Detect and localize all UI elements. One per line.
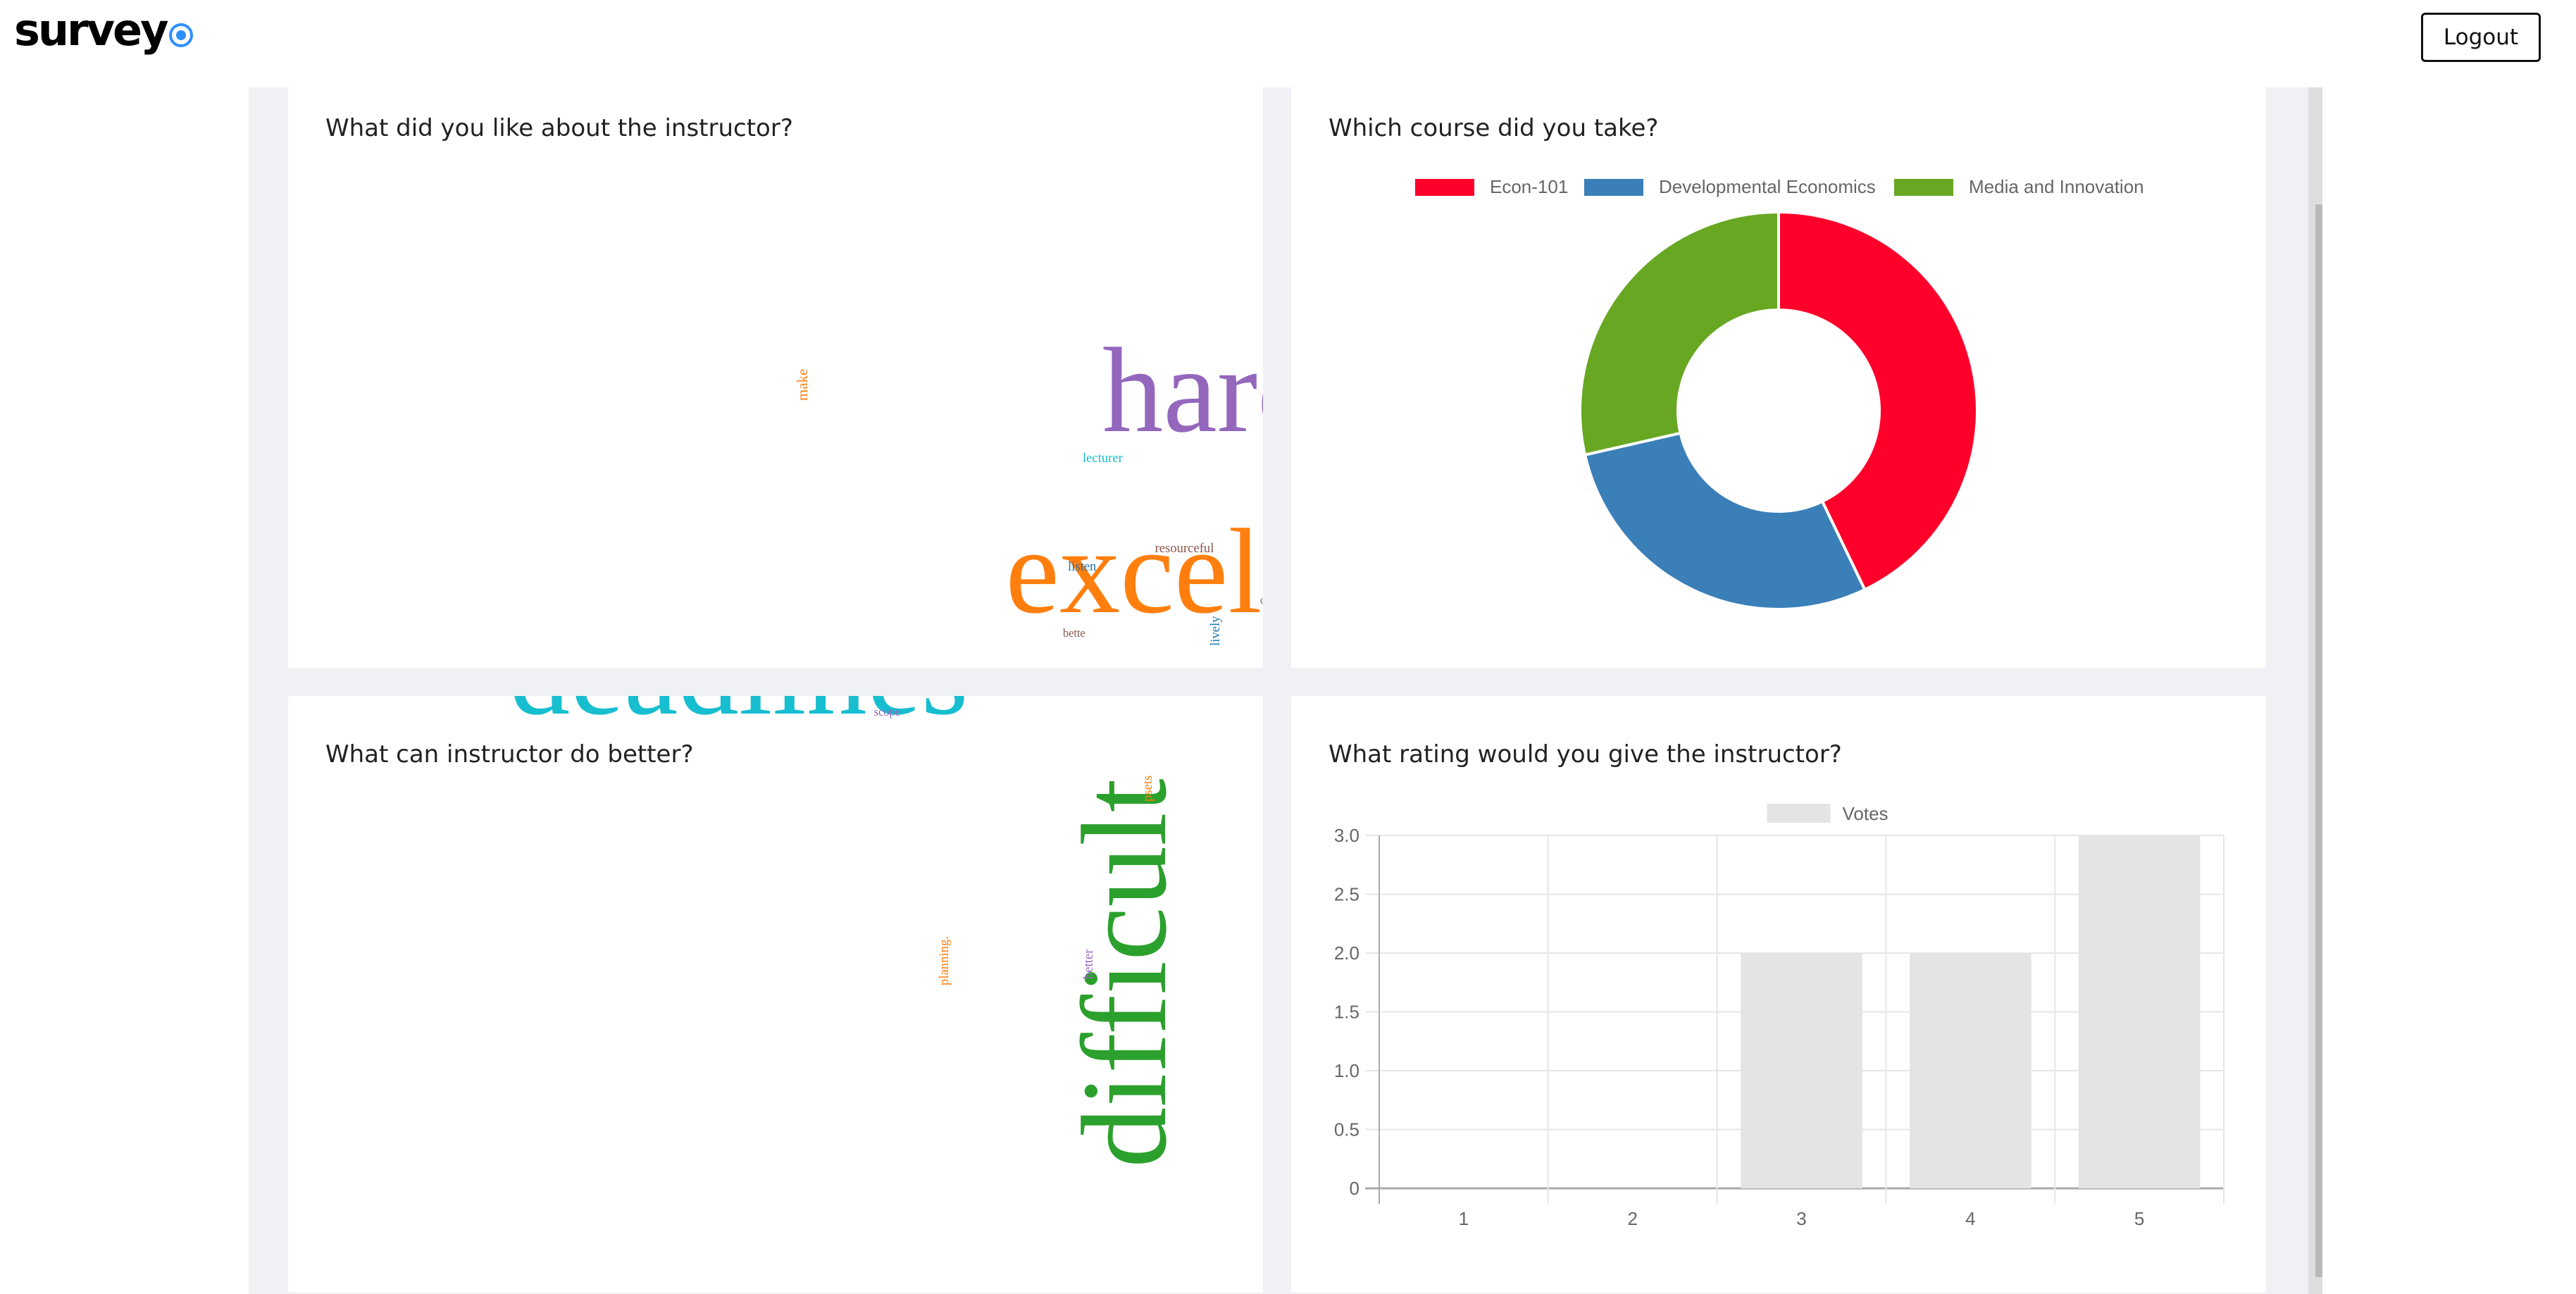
y-tick-label: 0 (1350, 1178, 1359, 1199)
cloud-word: hard (953, 696, 1169, 710)
cloud-word: eager (1005, 647, 1263, 668)
cloud-word: classroom (1259, 593, 1263, 607)
word-cloud: handoutstoughdeadlinesharddifficultincre… (288, 696, 1263, 1293)
cloud-word: lively (1207, 616, 1223, 646)
x-tick-label: 3 (1796, 1208, 1806, 1229)
doughnut-slice-media-and-innovation[interactable] (1579, 210, 1780, 457)
cloud-word: psets (1140, 775, 1155, 802)
x-tick-label: 2 (1627, 1208, 1637, 1229)
cloud-word: listen (1067, 559, 1097, 574)
y-tick-label: 1.5 (1334, 1002, 1359, 1023)
top-header: survey Logout (0, 0, 2576, 87)
y-tick-label: 0.5 (1334, 1119, 1359, 1140)
cloud-word: planning. (936, 936, 952, 986)
y-tick-label: 1.0 (1334, 1060, 1359, 1081)
bar-rating-3[interactable] (1741, 953, 1862, 1188)
cloud-word: hardworking (1102, 323, 1263, 459)
cloud-word: excellent (1005, 504, 1263, 639)
cloud-word: bette (1062, 626, 1085, 640)
card-improve-wordcloud: What can instructor do better? handoutst… (288, 696, 1263, 1293)
x-tick-label: 4 (1965, 1208, 1975, 1229)
x-tick-label: 5 (2134, 1208, 2144, 1229)
legend-swatch (1767, 804, 1831, 823)
bar-rating-5[interactable] (2078, 835, 2201, 1188)
bar-rating-4[interactable] (1909, 953, 2031, 1188)
logout-button[interactable]: Logout (2421, 13, 2541, 62)
cloud-word: better (1081, 949, 1096, 980)
y-tick-label: 2.0 (1334, 942, 1359, 964)
card-rating-chart: What rating would you give the instructo… (1291, 696, 2266, 1293)
cloud-word: lecturer (1082, 450, 1123, 466)
cloud-word: resourceful (1155, 541, 1214, 556)
y-tick-label: 3.0 (1334, 825, 1359, 846)
cloud-word: make (793, 368, 811, 402)
logo-circle-icon (168, 23, 193, 47)
scrollbar-thumb[interactable] (2315, 204, 2322, 1277)
card-likes-wordcloud: What did you like about the instructor? … (288, 87, 1263, 668)
logo-text: survey (14, 4, 168, 56)
word-cloud: interestinghardworkingexcellentengaginge… (288, 87, 1263, 668)
card-course-chart: Which course did you take? Econ-101 Devel… (1291, 87, 2266, 668)
doughnut-chart (1579, 210, 1979, 611)
y-tick-label: 2.5 (1334, 884, 1359, 905)
bar-chart: 0 0.5 1.0 1.5 2.0 2.5 3.0 1 2 3 4 5 Votes (1334, 803, 2225, 1229)
cloud-word: scope (873, 704, 900, 718)
logo[interactable]: survey (14, 8, 193, 52)
doughnut-slice-developmental-economics[interactable] (1583, 431, 1867, 611)
x-tick-label: 1 (1459, 1208, 1469, 1229)
legend-label[interactable]: Votes (1843, 803, 1889, 824)
